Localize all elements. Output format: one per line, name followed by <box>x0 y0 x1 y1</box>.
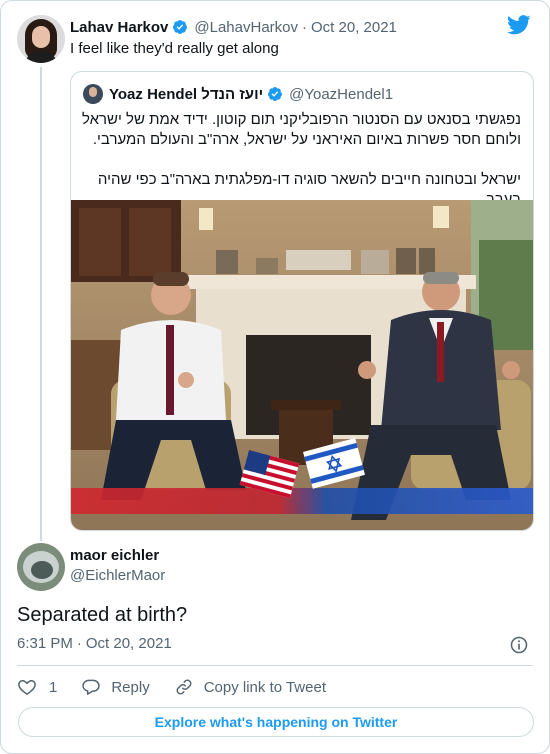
reply-button[interactable]: Reply <box>81 677 150 697</box>
like-button[interactable]: 1 <box>17 677 57 697</box>
author-name[interactable]: Lahav Harkov <box>70 19 168 36</box>
quoted-tweet-text: נפגשתי בסנאט עם הסנטור הרפובליקני תום קו… <box>81 110 521 210</box>
like-count: 1 <box>49 678 58 696</box>
verified-badge-icon <box>268 87 283 101</box>
quoted-author-avatar <box>83 84 103 104</box>
quoted-tweet-header: Yoaz Hendel יועז הנדל @YoazHendel1 <box>83 84 393 104</box>
reply-author-handle[interactable]: @EichlerMaor <box>70 567 165 584</box>
main-tweet-text: Separated at birth? <box>17 604 188 626</box>
quoted-paragraph-1: נפגשתי בסנאט עם הסנטור הרפובליקני תום קו… <box>81 111 521 148</box>
explore-twitter-button[interactable]: Explore what's happening on Twitter <box>18 707 534 737</box>
reply-label: Reply <box>111 678 150 696</box>
divider <box>17 665 533 666</box>
tweet-text: I feel like they'd really get along <box>70 40 279 57</box>
reply-bubble-icon <box>82 679 101 695</box>
quoted-author-name: Yoaz Hendel יועז הנדל <box>109 85 264 103</box>
tweet-time[interactable]: 6:31 PM <box>17 635 73 652</box>
author-avatar[interactable] <box>17 15 65 63</box>
quoted-tweet[interactable]: Yoaz Hendel יועז הנדל @YoazHendel1 נפגשת… <box>70 71 534 531</box>
info-icon[interactable] <box>509 635 529 655</box>
tweet-date[interactable]: Oct 20, 2021 <box>311 19 397 36</box>
tweet-timestamp[interactable]: 6:31 PM · Oct 20, 2021 <box>17 635 172 652</box>
link-icon <box>176 679 192 695</box>
verified-badge-icon <box>173 20 188 34</box>
twitter-bird-icon[interactable] <box>507 15 531 35</box>
tweet-header: Lahav Harkov @LahavHarkov · Oct 20, 2021 <box>70 17 397 37</box>
heart-icon <box>18 680 36 695</box>
author-handle[interactable]: @LahavHarkov <box>194 19 298 36</box>
quoted-author-handle: @YoazHendel1 <box>289 85 394 103</box>
quoted-tweet-photo[interactable] <box>71 200 533 530</box>
tweet-embed-card: Lahav Harkov @LahavHarkov · Oct 20, 2021… <box>0 0 550 754</box>
reply-author-avatar[interactable] <box>17 543 65 591</box>
separator-dot: · <box>302 18 307 36</box>
separator-dot: · <box>76 635 82 652</box>
thread-connector-line <box>40 67 42 541</box>
copy-link-button[interactable]: Copy link to Tweet <box>174 677 326 697</box>
meeting-photo-image <box>71 200 533 530</box>
tweet-date[interactable]: Oct 20, 2021 <box>86 635 172 652</box>
copy-link-label: Copy link to Tweet <box>203 678 326 696</box>
tweet-actions: 1 Reply Copy link to Tweet <box>17 673 350 701</box>
reply-author-name[interactable]: maor eichler <box>70 547 159 564</box>
